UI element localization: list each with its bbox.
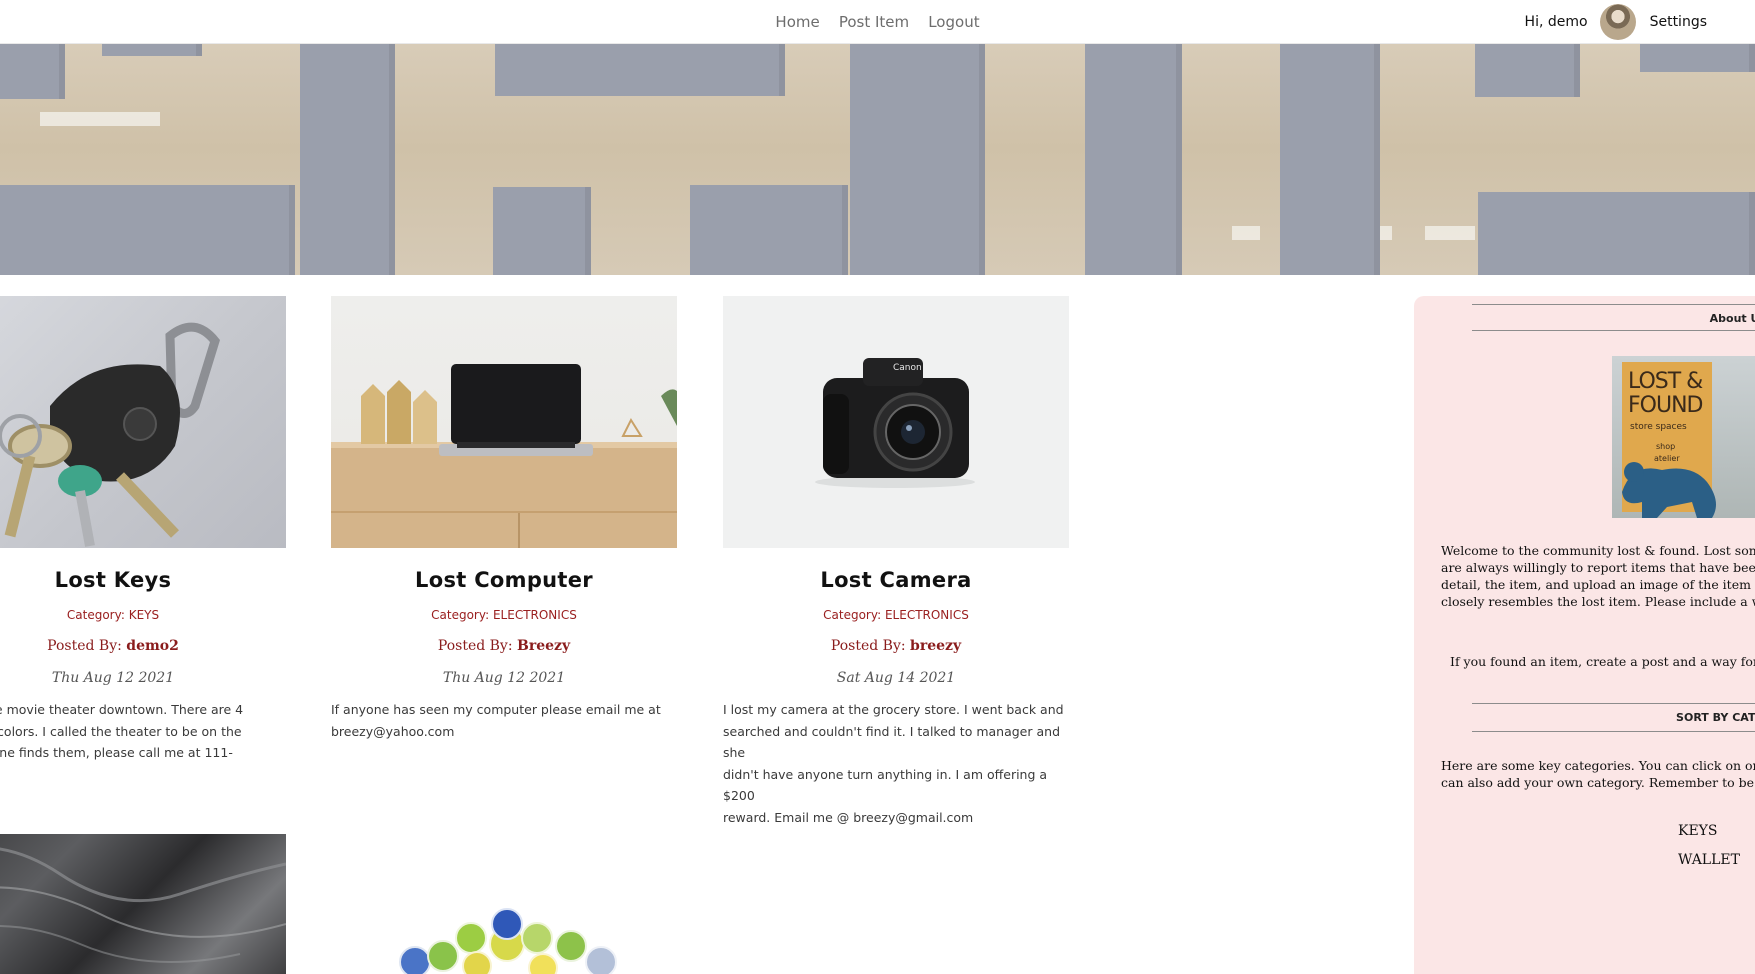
posted-by-label: Posted By: <box>830 638 906 654</box>
description-line: I lost my camera at the grocery store. I… <box>723 702 1064 717</box>
post-title[interactable]: Lost Camera <box>723 568 1069 592</box>
post-title[interactable]: Lost Keys <box>0 568 286 592</box>
post-date: Thu Aug 12 2021 <box>442 670 566 686</box>
description-line: didn't have anyone turn anything in. I a… <box>723 766 1048 804</box>
nav-links: Home Post Item Logout <box>0 12 1755 31</box>
categories-text: Here are some key categories. You can cl… <box>1441 757 1755 791</box>
post-image-keys[interactable] <box>0 296 286 548</box>
description-line: searched and couldn't find it. I talked … <box>723 723 1060 761</box>
posted-by-user[interactable]: demo2 <box>126 638 179 654</box>
found-item-text: If you found an item, create a post and … <box>1450 654 1755 669</box>
about-line: detail, the item, and upload an image of… <box>1441 577 1755 592</box>
description-line: eys at the movie theater downtown. There… <box>0 702 244 717</box>
description-line: reward. Email me @ breezy@gmail.com <box>723 809 974 825</box>
sidebar: About Us LOST & FOUND store spaces shop … <box>1414 296 1755 974</box>
post-description: I lost my camera at the grocery store. I… <box>723 699 1069 828</box>
posted-by-label: Posted By: <box>437 638 513 654</box>
post-author: Posted By: demo2 <box>0 638 286 654</box>
hero-banner <box>0 44 1755 275</box>
user-menu: Hi, demo Settings <box>1525 3 1707 41</box>
svg-text:Canon: Canon <box>893 363 922 373</box>
about-line: closely resembles the lost item. Please … <box>1441 594 1755 609</box>
description-line: ut if anyone finds them, please call me … <box>0 745 233 760</box>
category-link-wallet[interactable]: WALLET <box>1678 852 1740 868</box>
about-us-heading: About Us <box>1472 304 1755 331</box>
category-label: Category: <box>66 608 125 622</box>
post-description: If anyone has seen my computer please em… <box>331 699 677 742</box>
sign-title: LOST & FOUND <box>1628 369 1703 418</box>
post-image-marbles[interactable] <box>331 834 677 974</box>
posted-by-label: Posted By: <box>47 638 122 654</box>
category-value[interactable]: ELECTRONICS <box>885 608 969 622</box>
post-category: Category: KEYS <box>0 608 286 622</box>
post-date: Sat Aug 14 2021 <box>836 670 956 686</box>
about-text: Welcome to the community lost & found. L… <box>1441 542 1755 610</box>
post-image-computer[interactable] <box>331 296 677 548</box>
post-author: Posted By: breezy <box>723 638 1069 654</box>
post-description: eys at the movie theater downtown. There… <box>0 699 286 764</box>
category-link-keys[interactable]: KEYS <box>1678 823 1718 839</box>
lost-found-sign-image: LOST & FOUND store spaces shop atelier <box>1612 356 1755 518</box>
post-category: Category: ELECTRONICS <box>331 608 677 622</box>
nav-post-item-link[interactable]: Post Item <box>839 13 909 31</box>
post-category: Category: ELECTRONICS <box>723 608 1069 622</box>
sign-subtitle: store spaces <box>1630 422 1687 432</box>
user-greeting: Hi, demo <box>1524 14 1588 30</box>
description-line: If anyone has seen my computer please em… <box>331 702 661 717</box>
about-line: are always willingly to report items tha… <box>1441 560 1755 575</box>
category-label: Category: <box>823 608 882 622</box>
sign-line: LOST & <box>1628 369 1703 394</box>
description-line: different colors. I called the theater t… <box>0 723 242 739</box>
nav-logout-link[interactable]: Logout <box>928 13 979 31</box>
sign-shop: shop <box>1656 442 1676 451</box>
post-title[interactable]: Lost Computer <box>331 568 677 592</box>
post-author: Posted By: Breezy <box>331 638 677 654</box>
post-card[interactable]: Canon Lost Camera Category: ELECTRONICS … <box>723 296 1069 828</box>
sign-line: FOUND <box>1628 393 1703 418</box>
category-value[interactable]: ELECTRONICS <box>493 608 577 622</box>
post-image-fur[interactable] <box>0 834 286 974</box>
description-line: breezy@yahoo.com <box>331 723 455 739</box>
post-card[interactable]: Lost Computer Category: ELECTRONICS Post… <box>331 296 677 742</box>
avatar[interactable] <box>1599 4 1636 40</box>
top-navbar: Home Post Item Logout Hi, demo Settings <box>0 0 1755 44</box>
categories-line: can also add your own category. Remember… <box>1441 775 1755 790</box>
category-value[interactable]: KEYS <box>129 608 159 622</box>
post-card[interactable]: Lost Keys Category: KEYS Posted By: demo… <box>0 296 286 764</box>
posted-by-user[interactable]: breezy <box>910 638 961 654</box>
categories-line: Here are some key categories. You can cl… <box>1441 758 1755 773</box>
sort-by-category-heading: SORT BY CATEG <box>1472 703 1755 732</box>
post-date: Thu Aug 12 2021 <box>51 670 175 686</box>
posted-by-user[interactable]: Breezy <box>517 638 570 654</box>
post-image-camera[interactable]: Canon <box>723 296 1069 548</box>
nav-home-link[interactable]: Home <box>775 13 819 31</box>
settings-link[interactable]: Settings <box>1650 14 1707 30</box>
category-label: Category: <box>431 608 490 622</box>
about-line: Welcome to the community lost & found. L… <box>1441 543 1755 558</box>
